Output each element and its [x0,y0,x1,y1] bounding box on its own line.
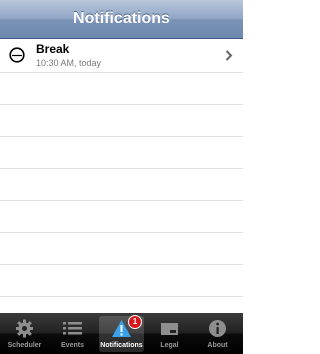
chevron-right-icon [225,50,233,61]
tab-events[interactable]: Events [50,316,95,352]
tab-label: Notifications [100,342,143,349]
empty-row [0,105,243,137]
tab-label: Events [61,342,84,349]
tab-scheduler[interactable]: Scheduler [2,316,47,352]
tab-label: About [207,342,228,349]
empty-row [0,169,243,201]
notification-badge: 1 [128,315,142,329]
empty-row [0,233,243,265]
info-icon [209,320,226,337]
list-icon [63,322,82,335]
folder-icon [161,323,178,335]
navigation-bar: Notifications [0,0,243,39]
empty-row [0,137,243,169]
tab-about[interactable]: About [195,316,240,352]
empty-row [0,201,243,233]
tab-label: Scheduler [7,342,42,349]
empty-row [0,73,243,105]
page-title: Notifications [73,10,170,27]
notifications-list: Break 10:30 AM, today [0,39,243,329]
tab-bar: Scheduler Events 1 Notifications Legal A… [0,313,243,354]
tab-legal[interactable]: Legal [147,316,192,352]
list-item[interactable]: Break 10:30 AM, today [0,39,243,73]
gear-icon [16,319,33,338]
tab-label: Legal [160,342,179,349]
clock-icon [9,47,25,63]
list-item-title: Break [36,42,70,56]
tab-notifications[interactable]: 1 Notifications [99,315,144,352]
list-item-subtitle: 10:30 AM, today [36,58,102,68]
empty-row [0,265,243,297]
